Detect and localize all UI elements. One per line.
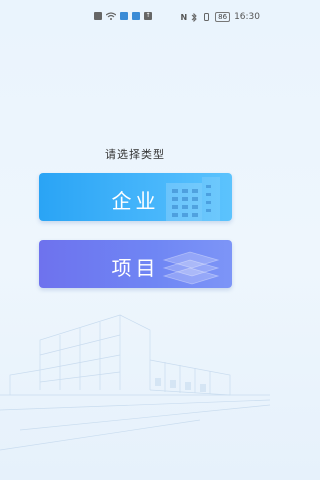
clock: 16:30 [234,12,260,22]
battery-indicator: 86 [215,12,231,22]
status-bar: ↑ N 86 16:30 [0,0,270,34]
project-option-label: 项目 [111,256,160,280]
enterprise-option-button[interactable]: 企业 [39,173,232,221]
vibrate-icon [204,13,210,21]
select-type-prompt: 请选择类型 [105,148,165,161]
app-notification-icon [120,12,128,20]
city-background-illustration [0,314,270,451]
notification-icon [94,12,102,20]
enterprise-option-label: 企业 [111,189,160,213]
system-icons: N 86 16:30 [180,12,260,22]
bluetooth-icon [191,12,197,22]
project-option-button[interactable]: 项目 [39,240,232,288]
wifi-icon [106,12,116,20]
app-notification-icon [132,12,140,20]
notification-icons: ↑ [94,12,152,20]
upload-icon: ↑ [144,12,152,20]
nfc-icon: N [180,12,188,22]
